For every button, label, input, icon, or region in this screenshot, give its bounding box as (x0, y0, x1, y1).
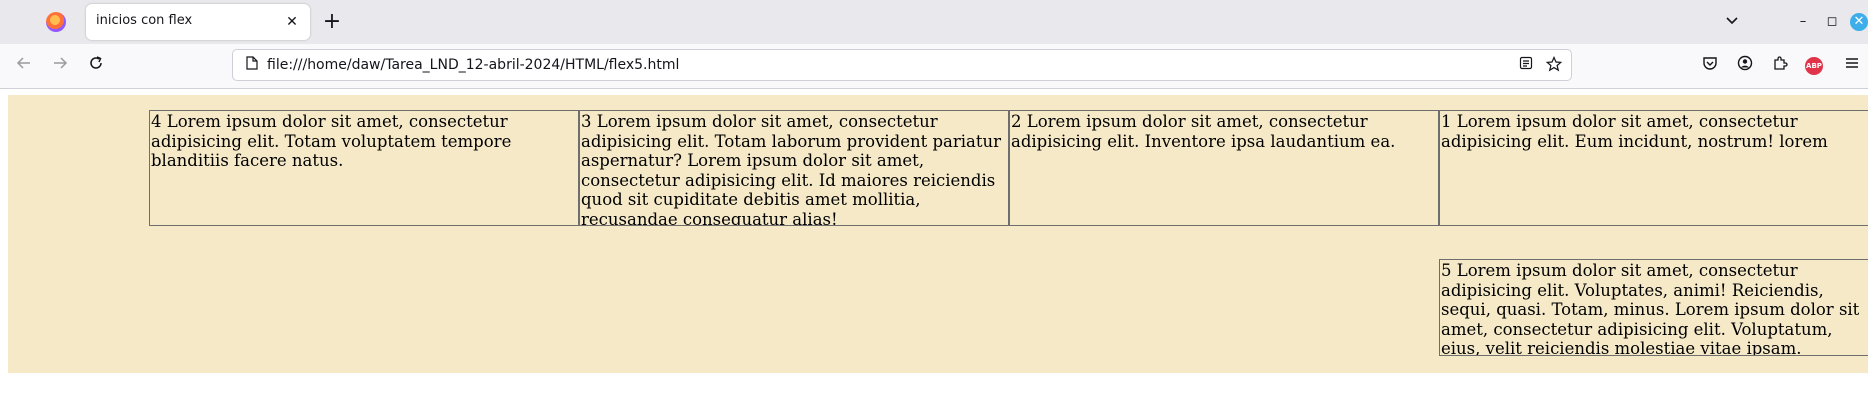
account-icon[interactable] (1733, 54, 1757, 78)
reader-view-icon-svg (1519, 56, 1533, 70)
arrow-left-icon[interactable] (12, 54, 36, 78)
pocket-icon-svg (1703, 57, 1717, 70)
account-icon-svg (1737, 55, 1753, 71)
chevron-down-icon[interactable] (1720, 10, 1744, 34)
flex-item-4: 4 Lorem ipsum dolor sit amet, consectetu… (149, 110, 579, 226)
reload-icon-svg (90, 56, 102, 69)
page-icon-svg (246, 56, 258, 70)
arrow-left-icon-svg (16, 57, 30, 69)
navigation-toolbar: file:///home/daw/Tarea_LND_12-abril-2024… (0, 44, 1868, 89)
chevron-down-icon-svg (1726, 17, 1738, 25)
tab-active[interactable]: inicios con flex ✕ (86, 4, 310, 40)
star-icon[interactable] (1545, 56, 1563, 74)
page-icon (243, 56, 261, 74)
reader-view-icon[interactable] (1517, 56, 1535, 74)
flex-item-5: 5 Lorem ipsum dolor sit amet, consectetu… (1439, 259, 1868, 356)
arrow-right-icon[interactable] (48, 54, 72, 78)
adblock-plus-icon[interactable]: ABP (1805, 57, 1823, 75)
flex-item-1: 1 Lorem ipsum dolor sit amet, consectetu… (1439, 110, 1868, 226)
close-tab-icon[interactable]: ✕ (282, 12, 302, 32)
url-text[interactable]: file:///home/daw/Tarea_LND_12-abril-2024… (267, 57, 679, 73)
flex-item-3: 3 Lorem ipsum dolor sit amet, consectetu… (579, 110, 1009, 226)
hamburger-menu-icon-svg (1846, 58, 1858, 68)
maximize-icon[interactable]: ◻ (1821, 11, 1843, 33)
firefox-view-icon[interactable] (46, 12, 66, 32)
flex-item-2: 2 Lorem ipsum dolor sit amet, consectetu… (1009, 110, 1439, 226)
browser-chrome: inicios con flex ✕ + – ◻ ✕ file:///home/… (0, 0, 1868, 89)
reload-icon[interactable] (84, 54, 108, 78)
hamburger-menu-icon[interactable] (1840, 54, 1864, 78)
window-close-icon[interactable]: ✕ (1850, 13, 1868, 31)
new-tab-icon[interactable]: + (320, 10, 344, 34)
tab-strip: inicios con flex ✕ + – ◻ ✕ (0, 0, 1868, 44)
puzzle-icon-svg (1774, 56, 1788, 70)
minimize-icon[interactable]: – (1792, 11, 1814, 33)
star-icon-svg (1545, 56, 1563, 72)
pocket-icon[interactable] (1698, 54, 1722, 78)
tab-title: inicios con flex (96, 13, 193, 28)
url-bar[interactable]: file:///home/daw/Tarea_LND_12-abril-2024… (232, 49, 1572, 81)
arrow-right-icon-svg (54, 57, 68, 69)
puzzle-icon[interactable] (1768, 54, 1792, 78)
